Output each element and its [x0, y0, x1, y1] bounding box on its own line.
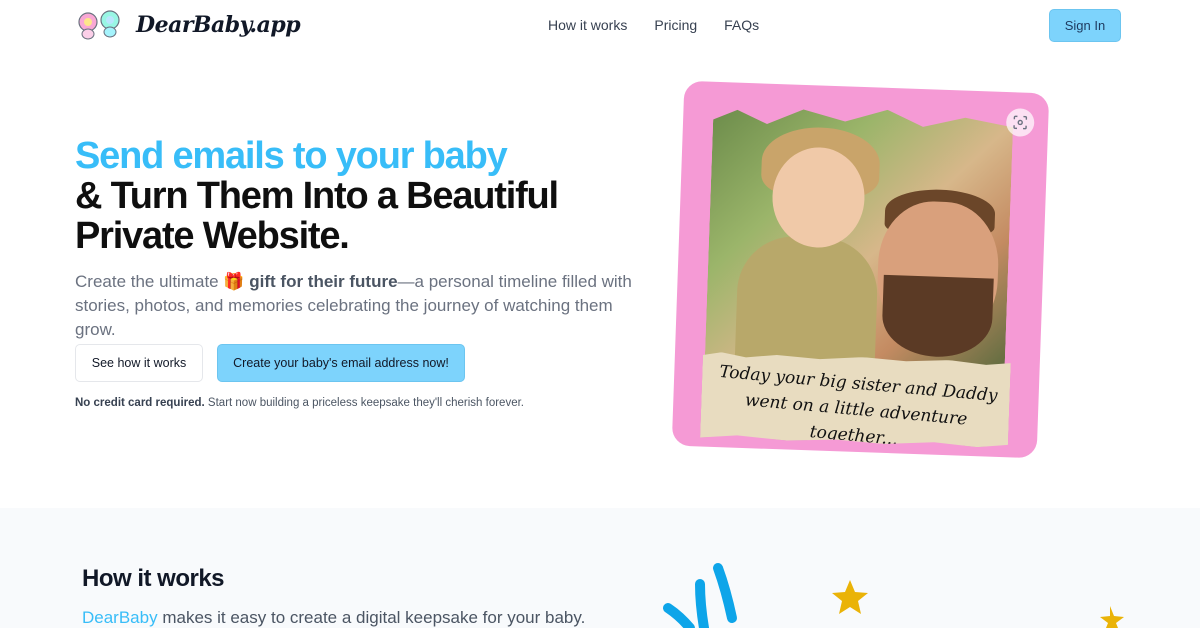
father-child-photo: [705, 104, 1014, 376]
subtitle-intro: Create the ultimate: [75, 272, 224, 291]
see-how-it-works-button[interactable]: See how it works: [75, 344, 203, 382]
blue-sparkle-icon: [663, 563, 737, 628]
nav-how-it-works[interactable]: How it works: [548, 17, 627, 33]
brand-highlight: DearBaby: [82, 608, 158, 627]
subtitle-emphasis: gift for their future: [249, 272, 398, 291]
main-nav: How it works Pricing FAQs: [548, 17, 759, 33]
site-header: DearBaby.app How it works Pricing FAQs S…: [0, 0, 1200, 52]
brand-name: DearBaby.app: [136, 12, 301, 38]
hero-photo-card: Today your big sister and Daddy went on …: [671, 80, 1050, 459]
star-partial-icon: [1100, 606, 1124, 628]
headline-highlight: Send emails to your baby: [75, 135, 508, 177]
decorative-shapes: [663, 563, 1124, 628]
brand-logo[interactable]: DearBaby.app: [74, 8, 301, 42]
hero-headline: Send emails to your baby & Turn Them Int…: [75, 136, 675, 256]
create-email-button[interactable]: Create your baby's email address now!: [217, 344, 465, 382]
headline-line-3: Private Website.: [75, 215, 350, 257]
hero-subtitle: Create the ultimate 🎁 gift for their fut…: [75, 270, 645, 342]
pacifier-logo-icon: [74, 8, 128, 42]
note-text: Start now building a priceless keepsake …: [204, 397, 524, 409]
star-icon: [832, 580, 868, 614]
how-it-works-title: How it works: [82, 565, 225, 592]
headline-line-2: & Turn Them Into a Beautiful: [75, 175, 559, 217]
note-emphasis: No credit card required.: [75, 397, 205, 409]
no-credit-card-note: No credit card required. Start now build…: [75, 397, 524, 409]
sign-in-button[interactable]: Sign In: [1049, 9, 1121, 42]
nav-pricing[interactable]: Pricing: [654, 17, 697, 33]
gift-icon: 🎁: [223, 272, 245, 291]
caption-tape: Today your big sister and Daddy went on …: [700, 352, 1011, 449]
nav-faqs[interactable]: FAQs: [724, 17, 759, 33]
how-it-works-description: DearBaby makes it easy to create a digit…: [82, 608, 585, 628]
description-rest: makes it easy to create a digital keepsa…: [157, 608, 586, 627]
